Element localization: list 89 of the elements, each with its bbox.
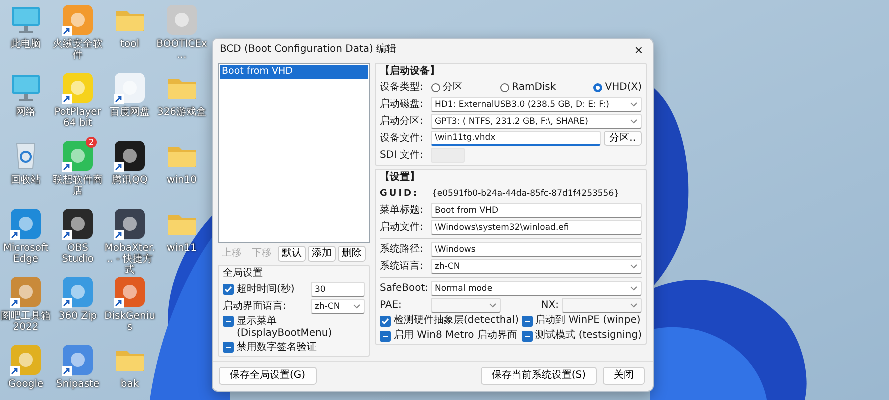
radio-label: RamDisk <box>512 82 556 94</box>
icon-label[interactable]: 火绒安全软件 <box>52 39 104 61</box>
caret-icon <box>630 303 638 308</box>
list-button[interactable]: 删除 <box>338 246 366 262</box>
text-field[interactable]: \Windows\system32\winload.efi <box>431 220 642 235</box>
field-label: NX: <box>541 300 559 312</box>
icon-label[interactable]: BOOTICEx... <box>156 39 208 61</box>
radio-label: VHD(X) <box>605 82 642 94</box>
timeout-field[interactable]: 30 <box>311 282 365 297</box>
field-label: GUID: <box>380 188 420 200</box>
dropdown[interactable]: HD1: ExternalUSB3.0 (238.5 GB, D: E: F:) <box>431 97 642 112</box>
footer-button[interactable]: 保存当前系统设置(S) <box>480 367 597 385</box>
field-label: PAE: <box>380 300 403 312</box>
icon-label[interactable]: Snipaste <box>56 379 100 390</box>
checkbox-label: 超时时间(秒) <box>237 284 295 296</box>
group-title: 全局设置 <box>223 268 264 280</box>
icon-label[interactable]: 图吧工具箱 2022 <box>0 311 52 333</box>
browse-button[interactable]: 分区.. <box>604 131 642 146</box>
icon-label[interactable]: MobaXter... - 快捷方式 <box>104 243 156 276</box>
icon-label[interactable]: 百度网盘 <box>110 107 150 118</box>
dropdown[interactable]: Normal mode <box>431 281 642 296</box>
nx-dropdown[interactable] <box>562 298 642 313</box>
checkbox[interactable] <box>522 330 533 342</box>
caret-icon <box>630 286 638 291</box>
boot-entry-list[interactable]: Boot from VHD <box>218 63 370 243</box>
icon-label[interactable]: Google <box>8 379 44 390</box>
dropdown[interactable]: GPT3: ( NTFS, 231.2 GB, F:\, SHARE) <box>431 114 642 129</box>
icon-label[interactable]: 360 Zip <box>58 311 98 322</box>
icon-label[interactable]: 326游戏盒 <box>157 107 207 118</box>
field-label: 系统路径: <box>380 244 424 256</box>
field-label: 启动分区: <box>380 116 424 128</box>
field-label: 启动界面语言: <box>223 300 286 312</box>
field-label: SafeBoot: <box>380 282 428 294</box>
radio-button[interactable] <box>500 82 510 92</box>
dropdown[interactable]: zh-CN <box>431 259 642 274</box>
checkbox-label: 检测硬件抽象层(detecthal) <box>394 315 520 327</box>
checkbox[interactable] <box>223 316 234 327</box>
icon-label[interactable]: DiskGenius <box>104 311 156 333</box>
icon-label[interactable]: win10 <box>166 175 198 186</box>
field-label: 系统语言: <box>380 260 424 272</box>
footer-button[interactable]: 关闭 <box>603 367 645 385</box>
text-field[interactable]: Boot from VHD <box>431 203 642 218</box>
caret-icon <box>353 304 361 309</box>
checkbox[interactable] <box>380 330 391 342</box>
icon-label[interactable]: bak <box>120 379 140 390</box>
field-label: 设备文件: <box>380 132 424 144</box>
caret-icon <box>630 119 638 124</box>
icon-label[interactable]: 回收站 <box>11 175 41 186</box>
pae-dropdown[interactable] <box>431 298 501 313</box>
field-label: 启动磁盘: <box>380 98 424 110</box>
checkbox-label: 启用 Win8 Metro 启动界面 <box>394 330 518 342</box>
text-field[interactable]: \win11tg.vhdx <box>431 131 601 146</box>
group-title: 【设置】 <box>380 172 421 184</box>
radio-label: 分区 <box>443 82 463 94</box>
checkbox[interactable] <box>522 316 533 326</box>
window-title: BCD (Boot Configuration Data) 编辑 <box>220 44 397 56</box>
guid-value: {e0591fb0-b24a-44da-85fc-87d1f4253556} <box>431 188 621 200</box>
checkbox-label: 启动到 WinPE (winpe) <box>536 315 641 327</box>
field-label: 菜单标题: <box>380 204 424 216</box>
icon-label[interactable]: OBS Studio <box>52 243 104 265</box>
list-item[interactable]: Boot from VHD <box>220 65 368 79</box>
checkbox-label: 测试模式 (testsigning) <box>536 330 642 342</box>
list-button[interactable]: 默认 <box>278 246 306 262</box>
language-dropdown[interactable]: zh-CN <box>311 299 365 314</box>
icon-label[interactable]: 网络 <box>16 107 36 118</box>
text-field[interactable]: \Windows <box>431 242 642 257</box>
icon-label[interactable]: PotPlayer 64 bit <box>52 107 104 129</box>
icon-label[interactable]: Microsoft Edge <box>0 243 52 265</box>
checkbox[interactable] <box>380 316 391 326</box>
footer-button[interactable]: 保存全局设置(G) <box>219 367 317 385</box>
caret-icon <box>630 264 638 269</box>
checkbox-label: 禁用数字签名验证 <box>237 342 317 354</box>
caret-icon <box>489 303 497 308</box>
icon-label[interactable]: tool <box>120 39 140 50</box>
field-label: 设备类型: <box>380 82 424 94</box>
icon-label[interactable]: 腾讯QQ <box>112 175 148 186</box>
checkbox-label: 显示菜单 (DisplayBootMenu) <box>237 316 334 340</box>
list-button[interactable]: 添加 <box>308 246 336 262</box>
field-label: 启动文件: <box>380 222 424 234</box>
radio-button[interactable] <box>593 82 604 92</box>
field-label: SDI 文件: <box>380 150 425 162</box>
checkbox[interactable] <box>223 342 234 353</box>
group-title: 【启动设备】 <box>380 66 441 78</box>
close-button[interactable]: × <box>630 43 647 57</box>
caret-icon <box>630 102 638 107</box>
radio-button[interactable] <box>431 82 441 92</box>
icon-label[interactable]: 此电脑 <box>11 39 41 50</box>
icon-label[interactable]: 联想软件商店 <box>52 175 104 197</box>
checkbox[interactable] <box>223 284 234 295</box>
